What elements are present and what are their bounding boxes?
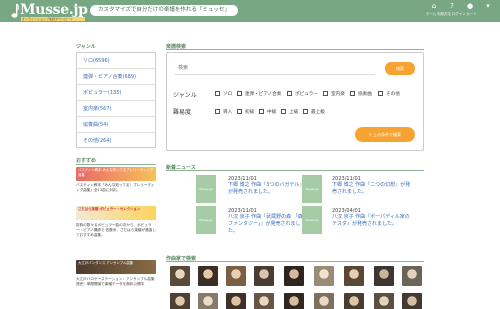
- level-checkbox[interactable]: [259, 109, 264, 114]
- level-option-label: 上級: [289, 109, 299, 115]
- composer-portrait[interactable]: [226, 293, 246, 309]
- divider: [166, 49, 424, 50]
- advanced-search-label: 上の条件で検索: [373, 132, 402, 137]
- home-icon[interactable]: ⌂: [430, 2, 438, 10]
- search-input[interactable]: [175, 62, 375, 75]
- composer-portrait[interactable]: [344, 266, 364, 286]
- level-option-label: 初級: [245, 109, 255, 115]
- banner-text: さだはら楽譜 ポピュラー・セレクション: [78, 207, 141, 211]
- logo-subtitle: オンラインショップ楽譜ダウンロード: [21, 17, 85, 21]
- recommend-banner[interactable]: 大江戸バンダンス アンサンブル曲集: [76, 260, 156, 274]
- genre-item[interactable]: 協奏曲(54): [77, 117, 155, 133]
- genre-option-label: 連弾・ピアノ合奏: [245, 91, 282, 97]
- genre-item[interactable]: ポピュラー(135): [77, 85, 155, 101]
- news-link[interactable]: 下郷 博之 作曲『二つの幻想』が発売されました。: [332, 182, 412, 196]
- banner-text: パスティン教本 みんな知ってるプレリーディング曲集: [78, 168, 154, 177]
- recommend-text: 大江戸バロゲーステーション：アンサンブル曲集発売！単間開演で楽譜データを無料公開…: [76, 277, 155, 287]
- news-link[interactable]: 下郷 博之 作曲『3つのバガテル』が発売されました。: [228, 182, 308, 196]
- level-option-label: 中級: [267, 109, 277, 115]
- level-checkbox[interactable]: [281, 109, 286, 114]
- composer-portrait[interactable]: [254, 266, 274, 286]
- composer-portrait[interactable]: [170, 266, 190, 286]
- genre-option-label: 協奏曲: [358, 91, 372, 97]
- genre-item[interactable]: ソロ(6596): [77, 53, 155, 69]
- news-thumbnail[interactable]: Musse.jp: [302, 175, 322, 203]
- news-thumbnail[interactable]: Musse.jp: [196, 206, 216, 234]
- genre-checkbox[interactable]: [350, 91, 355, 96]
- divider: [76, 164, 156, 165]
- level-option-label: 導入: [223, 109, 233, 115]
- genre-option-label: ソロ: [223, 91, 233, 97]
- search-button[interactable]: 検索: [385, 62, 415, 75]
- genre-option-label: ポピュラー: [295, 91, 318, 97]
- news-link[interactable]: 八汉 京子 作曲『ポーパディル家のテスダ』が発売されました。: [332, 214, 412, 228]
- genre-option-label: その他: [386, 91, 400, 97]
- logo-text: Musse.jp: [20, 2, 88, 18]
- composer-portrait[interactable]: [226, 266, 246, 286]
- divider: [166, 170, 424, 171]
- tagline: カスタマイズで自分だけの楽譜を作れる「ミュッセ」: [90, 5, 238, 16]
- genre-option-label: 室内楽: [331, 91, 345, 97]
- genre-item[interactable]: 連弾・ピアノ合奏(689): [77, 69, 155, 85]
- composer-portrait[interactable]: [170, 293, 190, 309]
- level-label: 難易度: [173, 109, 192, 116]
- cart-icon[interactable]: ▾: [484, 2, 492, 10]
- genre-checkbox[interactable]: [215, 91, 220, 96]
- composer-portrait[interactable]: [198, 266, 218, 286]
- composer-portrait[interactable]: [402, 266, 422, 286]
- composer-portrait[interactable]: [284, 266, 304, 286]
- genre-checkbox[interactable]: [237, 91, 242, 96]
- composer-portrait[interactable]: [198, 293, 218, 309]
- recommend-text: バスティン教本「みんな知ってる！プレリーディング曲集」全13曲に対応。: [76, 183, 155, 193]
- divider: [166, 261, 424, 262]
- recommend-banner[interactable]: パスティン教本 みんな知ってるプレリーディング曲集: [76, 167, 156, 181]
- user-icon[interactable]: ●: [466, 2, 474, 10]
- banner-text: 大江戸バンダンス アンサンブル曲集: [78, 261, 134, 265]
- composer-portrait[interactable]: [314, 293, 334, 309]
- level-checkbox[interactable]: [237, 109, 242, 114]
- genre-list: ソロ(6596) 連弾・ピアノ合奏(689) ポピュラー(135) 室内楽(56…: [76, 52, 156, 148]
- composer-portrait[interactable]: [344, 293, 364, 309]
- genre-item[interactable]: 室内楽(567): [77, 101, 155, 117]
- news-thumbnail[interactable]: Musse.jp: [196, 175, 216, 203]
- recommend-title: おすすめ: [76, 158, 97, 164]
- composer-portrait[interactable]: [402, 293, 422, 309]
- level-option-label: 最上級: [311, 109, 325, 115]
- news-thumbnail[interactable]: Musse.jp: [302, 206, 322, 234]
- level-checkbox[interactable]: [303, 109, 308, 114]
- genre-item[interactable]: その他(264): [77, 133, 155, 149]
- genre-title: ジャンル: [76, 44, 96, 50]
- site-header: Musse.jp オンラインショップ楽譜ダウンロード カスタマイズで自分だけの楽…: [0, 0, 500, 22]
- composer-portrait[interactable]: [374, 266, 394, 286]
- info-icon[interactable]: ?: [448, 2, 456, 10]
- news-link[interactable]: 八汉 京子 作曲『武蔵野の森 「森のファンタジー」』が発売されました。: [228, 214, 308, 235]
- search-panel: 検索 ジャンル ソロ 連弾・ピアノ合奏 ポピュラー 室内楽 協奏曲 その他 難易…: [166, 52, 424, 151]
- composer-portrait[interactable]: [374, 293, 394, 309]
- genre-checkbox[interactable]: [323, 91, 328, 96]
- header-icon-labels: ホーム 利用方法 ログイン カート: [426, 12, 477, 16]
- music-note-icon: [11, 3, 19, 18]
- site-logo[interactable]: Musse.jp オンラインショップ楽譜ダウンロード: [5, 1, 88, 21]
- advanced-search-button[interactable]: ⚲ 上の条件で検索: [355, 127, 415, 142]
- genre-checkbox[interactable]: [378, 91, 383, 96]
- genre-checkbox[interactable]: [287, 91, 292, 96]
- composer-portrait[interactable]: [314, 266, 334, 286]
- composer-portrait[interactable]: [284, 293, 304, 309]
- composer-portrait[interactable]: [254, 293, 274, 309]
- recommend-text: 抜粋の数々るポピュラー曲の中から、ポピュラー・ピアノ講師で 佐藤歩、さだはら楽譜…: [76, 223, 156, 238]
- recommend-banner[interactable]: さだはら楽譜 ポピュラー・セレクション: [76, 206, 156, 220]
- level-checkbox[interactable]: [215, 109, 220, 114]
- genre-label: ジャンル: [173, 92, 197, 99]
